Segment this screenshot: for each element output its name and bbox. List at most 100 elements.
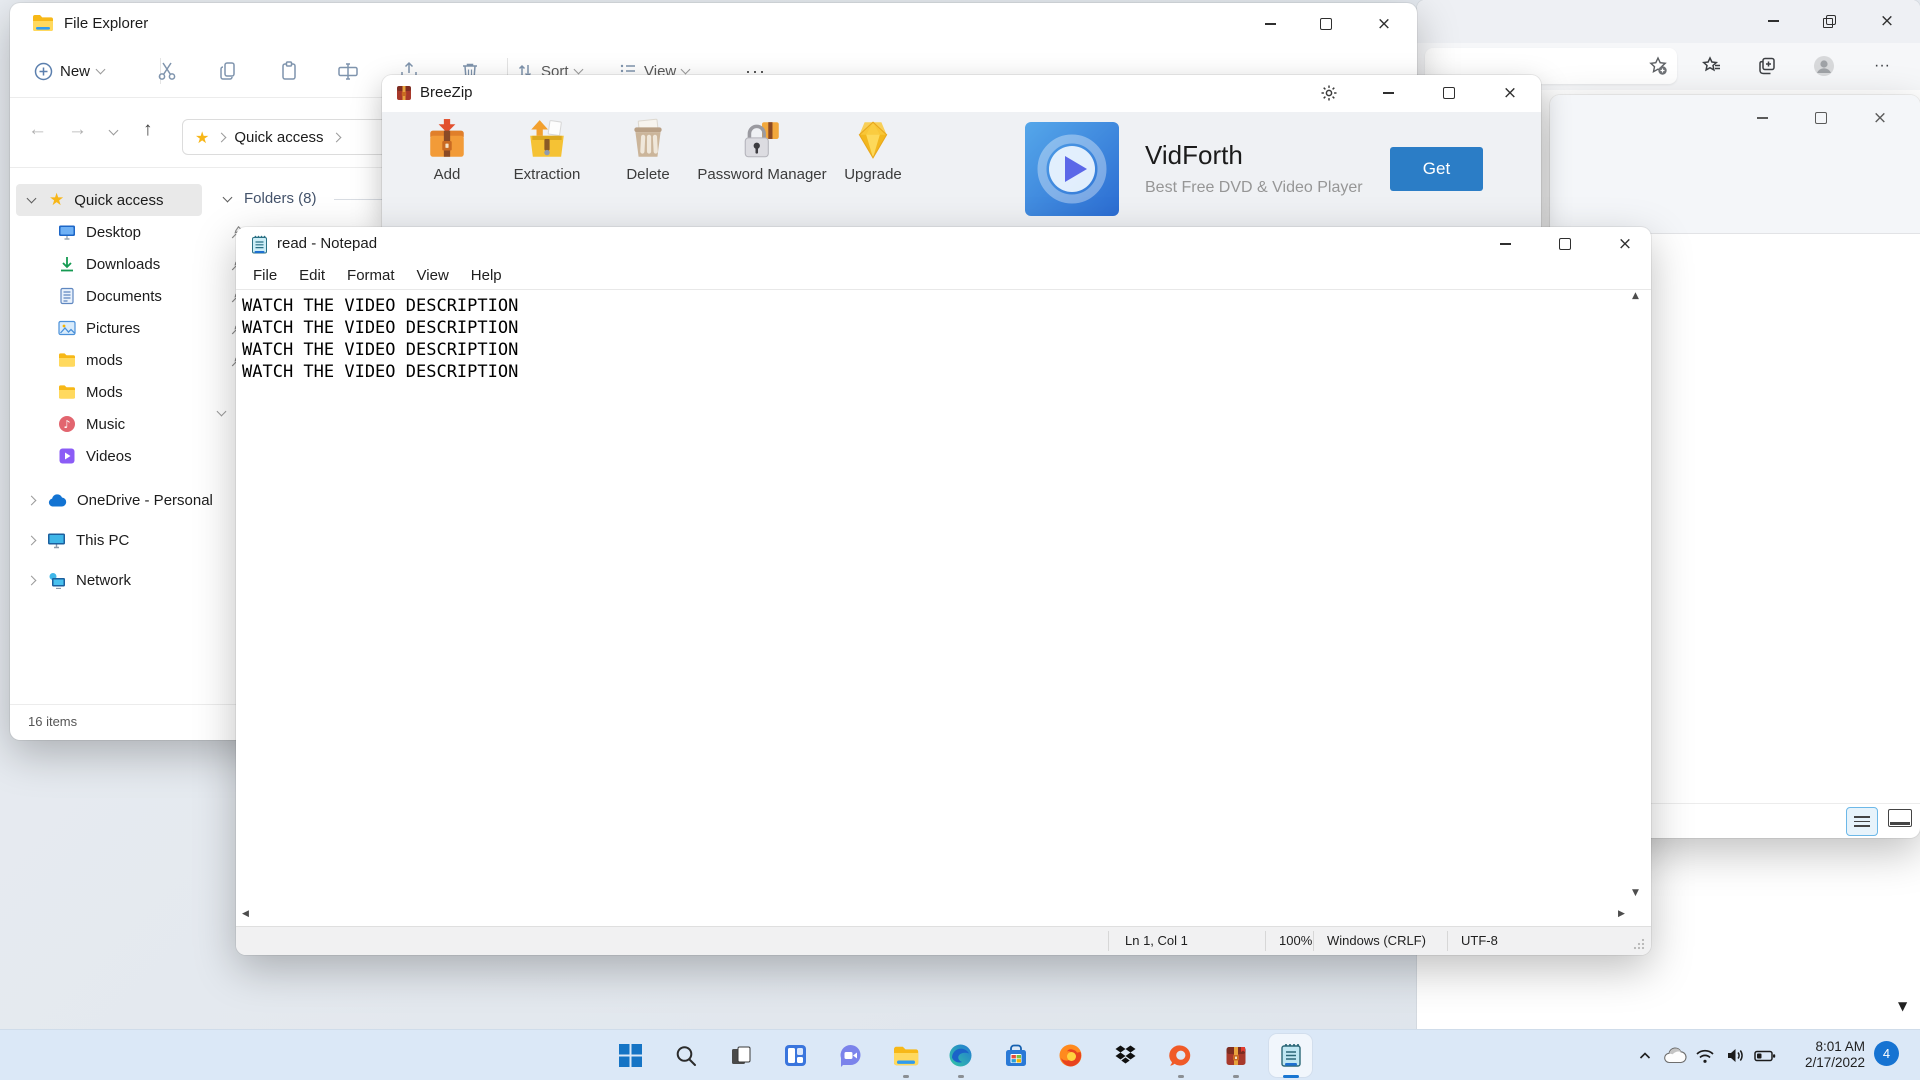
chevron-right-icon[interactable] <box>27 575 37 585</box>
breezip-extraction-button[interactable]: Extraction <box>499 118 595 183</box>
breezip-upgrade-button[interactable]: Upgrade <box>825 118 921 183</box>
fe-minimize-button[interactable] <box>1250 9 1290 39</box>
menu-file[interactable]: File <box>242 267 288 284</box>
videos-icon <box>58 447 76 465</box>
vidforth-ad[interactable]: VidForth Best Free DVD & Video Player Ge… <box>1025 120 1531 217</box>
taskbar-store-button[interactable] <box>988 1030 1043 1080</box>
more-icon[interactable]: ··· <box>1867 51 1897 81</box>
notepad-window[interactable]: read - Notepad × File Edit Format View H… <box>236 227 1651 955</box>
breezip-close-button[interactable]: × <box>1490 78 1530 108</box>
taskbar-edge-button[interactable] <box>933 1030 988 1080</box>
notepad-close-button[interactable]: × <box>1605 229 1645 259</box>
vscroll-down-icon[interactable]: ▼ <box>1632 889 1639 898</box>
sidebar-item-this-pc[interactable]: This PC <box>10 524 224 556</box>
details-view-button[interactable] <box>1846 807 1878 836</box>
back-button[interactable]: ← <box>28 119 47 141</box>
content-view-button[interactable] <box>1888 809 1912 827</box>
document-icon <box>58 287 76 305</box>
taskbar-icons <box>603 1030 1318 1080</box>
edge-close-button[interactable]: × <box>1867 6 1907 36</box>
clock[interactable]: 8:01 AM 2/17/2022 <box>1805 1039 1865 1071</box>
edge-restore-button[interactable] <box>1809 6 1849 36</box>
breezip-add-button[interactable]: Add <box>399 118 495 183</box>
cursor-position: Ln 1, Col 1 <box>1125 927 1188 955</box>
menu-help[interactable]: Help <box>460 267 513 284</box>
taskbar-file-explorer-button[interactable] <box>878 1030 933 1080</box>
hscroll-right-icon[interactable]: ▶ <box>1618 910 1625 919</box>
text-line: WATCH THE VIDEO DESCRIPTION <box>242 361 1631 383</box>
resize-grip-icon[interactable] <box>1633 938 1645 950</box>
firefox-icon <box>1058 1043 1083 1068</box>
rename-button[interactable] <box>335 59 361 83</box>
taskbar-firefox-button[interactable] <box>1043 1030 1098 1080</box>
desktop: × ··· ▼ × <box>0 0 1920 1080</box>
sidebar-item-network[interactable]: Network <box>10 564 224 596</box>
menu-format[interactable]: Format <box>336 267 406 284</box>
taskbar-dropbox-button[interactable] <box>1098 1030 1153 1080</box>
chat-button[interactable] <box>823 1030 878 1080</box>
breezip-maximize-button[interactable] <box>1429 78 1469 108</box>
line-ending: Windows (CRLF) <box>1327 927 1426 955</box>
breezip-password-manager-button[interactable]: Password Manager <box>702 118 822 183</box>
bg-explorer-close-button[interactable]: × <box>1860 103 1900 133</box>
folders-group-header[interactable]: Folders (8) <box>244 190 317 207</box>
sidebar-item-quick-access[interactable]: ★ Quick access <box>10 184 206 216</box>
edge-titlebar: × <box>1417 0 1920 43</box>
breezip-minimize-button[interactable] <box>1368 78 1408 108</box>
address-bar[interactable]: ★ Quick access <box>182 119 408 155</box>
chevron-right-icon[interactable] <box>27 495 37 505</box>
group-collapse-icon[interactable] <box>223 193 233 203</box>
system-tray <box>1630 1030 1780 1080</box>
bg-explorer-minimize-button[interactable] <box>1742 103 1782 133</box>
favorites-icon[interactable] <box>1697 51 1727 81</box>
notification-badge[interactable]: 4 <box>1874 1041 1899 1066</box>
edge-minimize-button[interactable] <box>1753 6 1793 36</box>
add-favorite-icon[interactable] <box>1643 51 1673 81</box>
hidden-icons-chevron[interactable] <box>1630 1041 1660 1071</box>
fe-close-button[interactable]: × <box>1364 9 1404 39</box>
taskbar-breezip-button[interactable] <box>1208 1030 1263 1080</box>
svg-text:♪: ♪ <box>63 418 70 431</box>
copy-button[interactable] <box>215 59 241 83</box>
start-button[interactable] <box>603 1030 658 1080</box>
items-count: 16 items <box>28 714 77 729</box>
notepad-text-area[interactable]: WATCH THE VIDEO DESCRIPTION WATCH THE VI… <box>242 295 1631 383</box>
chevron-right-icon[interactable] <box>27 535 37 545</box>
taskbar-origin-button[interactable] <box>1153 1030 1208 1080</box>
forward-button[interactable]: → <box>68 119 87 141</box>
vscroll-up-icon[interactable]: ▲ <box>1632 292 1639 301</box>
menu-edit[interactable]: Edit <box>288 267 336 284</box>
cut-button[interactable] <box>154 59 180 83</box>
notepad-minimize-button[interactable] <box>1485 229 1525 259</box>
music-icon: ♪ <box>58 415 76 433</box>
plus-circle-icon <box>34 62 53 81</box>
up-button[interactable]: ↑ <box>143 119 153 141</box>
battery-icon[interactable] <box>1750 1041 1780 1071</box>
breezip-titlebar: BreeZip × <box>382 75 1541 112</box>
fe-maximize-button[interactable] <box>1306 9 1346 39</box>
edge-scroll-down-icon[interactable]: ▼ <box>1898 1000 1907 1012</box>
get-button[interactable]: Get <box>1390 147 1483 191</box>
breezip-window[interactable]: BreeZip × Add Extraction Delete <box>382 75 1541 227</box>
task-view-button[interactable] <box>713 1030 768 1080</box>
profile-icon[interactable] <box>1809 51 1839 81</box>
text-line: WATCH THE VIDEO DESCRIPTION <box>242 317 1631 339</box>
wifi-icon[interactable] <box>1690 1041 1720 1071</box>
breadcrumb[interactable]: Quick access <box>234 129 323 146</box>
hscroll-left-icon[interactable]: ◀ <box>242 910 249 919</box>
collections-icon[interactable] <box>1752 51 1782 81</box>
onedrive-tray-icon[interactable] <box>1660 1041 1690 1071</box>
breezip-delete-button[interactable]: Delete <box>600 118 696 183</box>
taskbar-notepad-button[interactable] <box>1263 1030 1318 1080</box>
breezip-settings-icon[interactable] <box>1309 78 1349 108</box>
recent-locations-icon[interactable] <box>109 126 119 136</box>
search-button[interactable] <box>658 1030 713 1080</box>
paste-button[interactable] <box>276 59 302 83</box>
volume-icon[interactable] <box>1720 1041 1750 1071</box>
notepad-maximize-button[interactable] <box>1545 229 1585 259</box>
bg-explorer-maximize-button[interactable] <box>1801 103 1841 133</box>
menu-view[interactable]: View <box>406 267 460 284</box>
widgets-button[interactable] <box>768 1030 823 1080</box>
new-button[interactable]: New <box>34 56 104 86</box>
crumb-separator-icon[interactable] <box>331 132 341 142</box>
